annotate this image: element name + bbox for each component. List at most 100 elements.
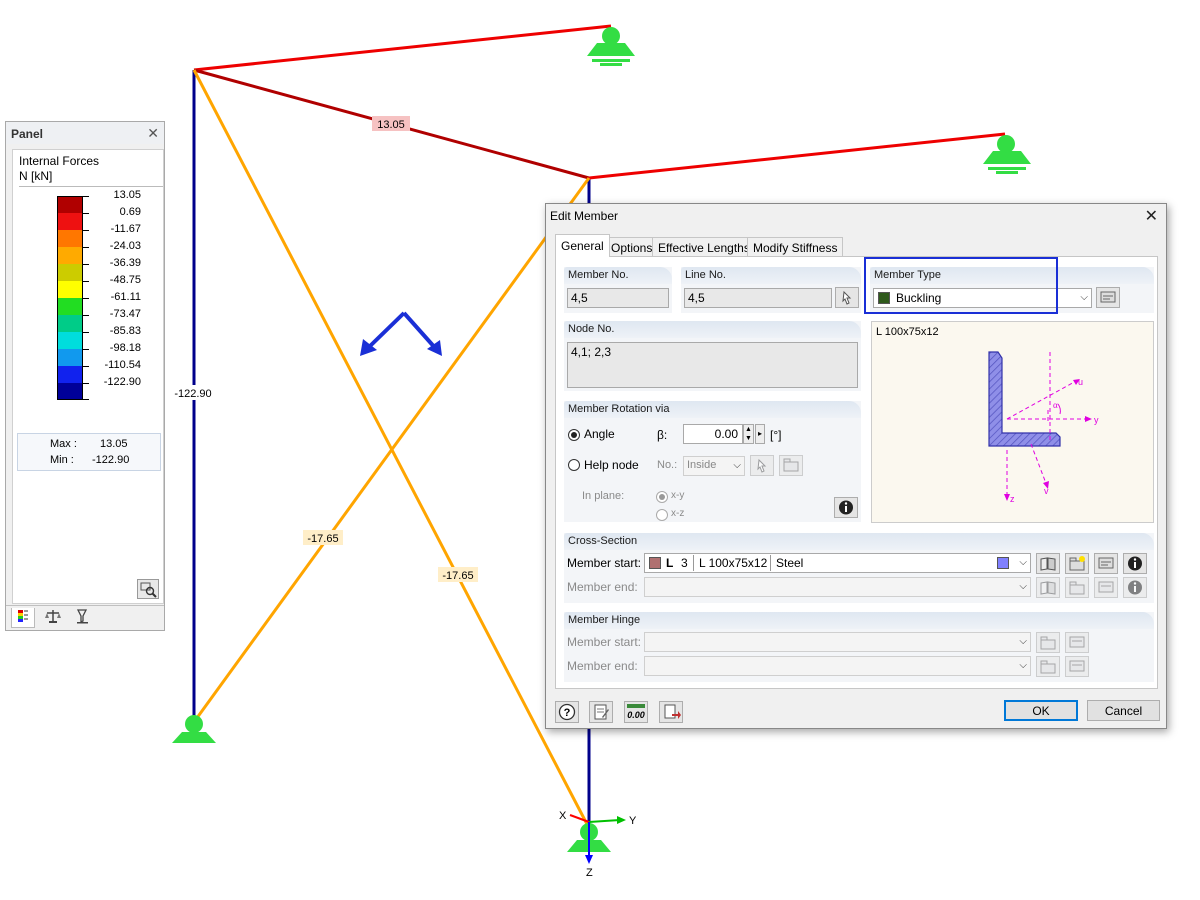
beta-unit: [°] bbox=[770, 428, 782, 442]
chevron-down-icon: ⌵ bbox=[1080, 292, 1088, 303]
member-type-select[interactable]: Buckling ⌵ bbox=[873, 288, 1092, 308]
filter-tab-icon[interactable] bbox=[71, 608, 95, 628]
cs-end-select[interactable]: ⌵ bbox=[644, 577, 1031, 597]
cs-info-icon[interactable] bbox=[1123, 553, 1147, 574]
axis-z-label: z bbox=[1010, 494, 1015, 504]
tab-content-general: Member No. 4,5 Line No. 4,5 Member Type … bbox=[555, 256, 1158, 689]
member-no-field[interactable]: 4,5 bbox=[567, 288, 669, 308]
member-no-label: Member No. bbox=[568, 269, 629, 281]
info-icon[interactable] bbox=[834, 497, 858, 518]
plane-xz-label: x-z bbox=[671, 508, 685, 519]
cs-end-info-icon[interactable] bbox=[1123, 577, 1147, 598]
svg-text:X: X bbox=[559, 810, 567, 822]
in-plane-label: In plane: bbox=[582, 490, 625, 502]
panel-title-bar: Panel ✕ bbox=[6, 122, 164, 144]
color-scale-tab-icon[interactable] bbox=[11, 608, 35, 628]
hinge-start-select[interactable]: ⌵ bbox=[644, 632, 1031, 652]
cs-end-new-icon[interactable] bbox=[1065, 577, 1089, 598]
cs-edit-icon[interactable] bbox=[1094, 553, 1118, 574]
zoom-icon[interactable] bbox=[137, 579, 159, 599]
material-color-icon bbox=[997, 557, 1009, 569]
support-icon-top-back bbox=[587, 27, 635, 66]
radio-angle[interactable] bbox=[568, 429, 580, 441]
hinge-end-select[interactable]: ⌵ bbox=[644, 656, 1031, 676]
dialog-close-icon[interactable]: ✕ bbox=[1145, 206, 1158, 226]
new-node-icon[interactable] bbox=[779, 455, 803, 476]
scale-tick bbox=[83, 399, 89, 400]
label-top-beam: 13.05 bbox=[372, 116, 410, 131]
cs-end-library-icon[interactable] bbox=[1036, 577, 1060, 598]
chevron-down-icon: ⌵ bbox=[1019, 581, 1027, 592]
min-label: Min : bbox=[50, 454, 74, 466]
tab-options[interactable]: Options bbox=[605, 237, 659, 256]
cs-color-icon bbox=[649, 557, 661, 569]
tab-effective-lengths[interactable]: Effective Lengths bbox=[652, 237, 756, 256]
member-type-value: Buckling bbox=[896, 291, 942, 305]
hinge-end-edit-icon[interactable] bbox=[1065, 656, 1089, 677]
cs-library-icon[interactable] bbox=[1036, 553, 1060, 574]
units-decimals-icon[interactable]: 0.00 bbox=[624, 701, 648, 723]
group-member-type: Member Type Buckling ⌵ bbox=[870, 267, 1154, 313]
label-brace-1: -17.65 bbox=[303, 530, 343, 545]
chevron-down-icon: ⌵ bbox=[1019, 660, 1027, 671]
chevron-down-icon: ⌵ bbox=[1019, 557, 1027, 568]
svg-text:Y: Y bbox=[629, 815, 637, 827]
panel-title: Panel bbox=[11, 127, 44, 141]
member-brace-2[interactable] bbox=[192, 177, 591, 723]
member-beam-top-right[interactable] bbox=[588, 132, 1006, 180]
hinge-end-new-icon[interactable] bbox=[1036, 656, 1060, 677]
radio-help-node[interactable] bbox=[568, 459, 580, 471]
line-no-field[interactable]: 4,5 bbox=[684, 288, 832, 308]
support-icon-top-right bbox=[983, 135, 1031, 174]
notes-icon[interactable] bbox=[589, 701, 613, 723]
help-icon[interactable]: ? bbox=[555, 701, 579, 723]
hinge-start-label: Member start: bbox=[567, 635, 642, 649]
cs-start-select[interactable]: L 3 L 100x75x12 Steel ⌵ bbox=[644, 553, 1031, 573]
panel-unit: N [kN] bbox=[19, 169, 53, 183]
cross-section-label: Cross-Section bbox=[568, 535, 638, 547]
max-label: Max : bbox=[50, 438, 77, 450]
radio-plane-xz[interactable] bbox=[656, 509, 668, 521]
hinge-start-new-icon[interactable] bbox=[1036, 632, 1060, 653]
beta-spinner[interactable]: ▲ ▼ bbox=[743, 424, 754, 444]
edit-member-type-icon[interactable] bbox=[1096, 287, 1120, 308]
export-icon[interactable] bbox=[659, 701, 683, 723]
cs-number: 3 bbox=[681, 556, 688, 570]
member-beam-top-back[interactable] bbox=[193, 24, 612, 72]
ok-button[interactable]: OK bbox=[1004, 700, 1078, 721]
cs-end-edit-icon[interactable] bbox=[1094, 577, 1118, 598]
line-no-label: Line No. bbox=[685, 269, 726, 281]
group-cross-section: Cross-Section Member start: L 3 L 100x75… bbox=[564, 533, 1154, 603]
angle-section-drawing: y u v z α bbox=[988, 351, 1099, 504]
member-type-color-icon bbox=[878, 292, 890, 304]
pick-node-icon[interactable] bbox=[750, 455, 774, 476]
member-type-label: Member Type bbox=[874, 269, 942, 281]
max-value: 13.05 bbox=[100, 438, 128, 450]
cs-material: Steel bbox=[776, 556, 804, 570]
radio-plane-xy[interactable] bbox=[656, 491, 668, 503]
cs-new-icon[interactable] bbox=[1065, 553, 1089, 574]
hinge-start-edit-icon[interactable] bbox=[1065, 632, 1089, 653]
max-min-box: Max : 13.05 Min : -122.90 bbox=[17, 433, 161, 471]
balance-tab-icon[interactable] bbox=[41, 608, 65, 628]
pick-line-icon[interactable] bbox=[835, 287, 859, 308]
beta-label: β: bbox=[657, 428, 668, 442]
results-panel: Panel ✕ Internal Forces N [kN] 13.05 0.69… bbox=[5, 121, 165, 631]
chevron-down-icon: ⌵ bbox=[733, 460, 741, 471]
beta-field[interactable]: 0.00 bbox=[683, 424, 743, 444]
panel-close-icon[interactable]: ✕ bbox=[147, 125, 159, 142]
axis-alpha-label: α bbox=[1053, 400, 1058, 410]
no-label: No.: bbox=[657, 459, 678, 471]
help-node-select[interactable]: Inside ⌵ bbox=[683, 456, 745, 476]
svg-text:-122.90: -122.90 bbox=[174, 388, 211, 400]
beta-arrow-right-icon[interactable]: ▸ bbox=[755, 424, 765, 444]
cs-start-label: Member start: bbox=[567, 556, 642, 570]
cs-prefix: L bbox=[666, 556, 674, 570]
cancel-button[interactable]: Cancel bbox=[1087, 700, 1160, 721]
tab-modify-stiffness[interactable]: Modify Stiffness bbox=[747, 237, 844, 256]
direction-arrows-icon bbox=[360, 311, 442, 356]
node-no-field[interactable]: 4,1; 2,3 bbox=[567, 342, 858, 388]
dialog-title: Edit Member bbox=[550, 209, 619, 223]
tab-general[interactable]: General bbox=[555, 234, 610, 257]
help-node-value: Inside bbox=[687, 459, 717, 471]
